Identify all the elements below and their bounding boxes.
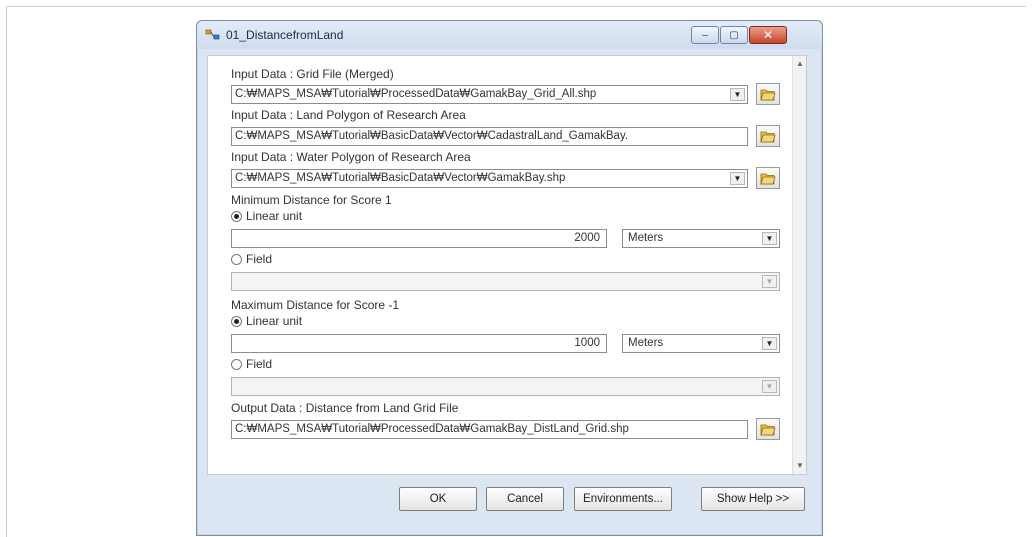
max-unit-select[interactable]: Meters ▼ xyxy=(622,334,780,353)
water-polygon-browse-button[interactable] xyxy=(756,167,780,189)
min-distance-label: Minimum Distance for Score 1 xyxy=(231,193,392,207)
min-linear-unit-radio[interactable]: Linear unit xyxy=(231,209,302,223)
radio-selected-icon xyxy=(231,210,242,222)
cancel-button[interactable]: Cancel xyxy=(486,487,564,511)
max-distance-label: Maximum Distance for Score -1 xyxy=(231,298,400,312)
open-folder-icon xyxy=(760,173,776,185)
input-grid-field[interactable]: C:₩MAPS_MSA₩Tutorial₩ProcessedData₩Gamak… xyxy=(231,85,748,104)
radio-unselected-icon xyxy=(231,358,242,370)
max-unit-value: Meters xyxy=(628,337,664,349)
water-polygon-field[interactable]: C:₩MAPS_MSA₩Tutorial₩BasicData₩Vector₩Ga… xyxy=(231,169,748,188)
max-field-radio[interactable]: Field xyxy=(231,357,272,371)
open-folder-icon xyxy=(760,424,776,436)
vertical-scrollbar[interactable]: ▲ ▼ xyxy=(792,56,806,474)
close-button[interactable]: ✕ xyxy=(749,26,787,44)
input-grid-value: C:₩MAPS_MSA₩Tutorial₩ProcessedData₩Gamak… xyxy=(235,88,597,100)
min-linear-unit-label: Linear unit xyxy=(246,209,303,223)
scroll-down-icon[interactable]: ▼ xyxy=(793,459,806,473)
min-distance-input[interactable]: 2000 xyxy=(231,229,607,248)
min-unit-select[interactable]: Meters ▼ xyxy=(622,229,780,248)
input-grid-label: Input Data : Grid File (Merged) xyxy=(231,67,394,81)
environments-button[interactable]: Environments... xyxy=(574,487,672,511)
output-browse-button[interactable] xyxy=(756,418,780,440)
max-linear-unit-radio[interactable]: Linear unit xyxy=(231,314,302,328)
chevron-down-icon[interactable]: ▼ xyxy=(730,172,745,185)
input-grid-browse-button[interactable] xyxy=(756,83,780,105)
max-linear-unit-label: Linear unit xyxy=(246,314,303,328)
open-folder-icon xyxy=(760,131,776,143)
minimize-button[interactable]: ‒ xyxy=(691,26,719,44)
water-polygon-value: C:₩MAPS_MSA₩Tutorial₩BasicData₩Vector₩Ga… xyxy=(235,172,566,184)
scroll-up-icon[interactable]: ▲ xyxy=(793,57,806,71)
max-distance-input[interactable]: 1000 xyxy=(231,334,607,353)
output-field[interactable]: C:₩MAPS_MSA₩Tutorial₩ProcessedData₩Gamak… xyxy=(231,420,748,439)
max-field-label: Field xyxy=(246,357,273,371)
water-polygon-label: Input Data : Water Polygon of Research A… xyxy=(231,150,471,164)
land-polygon-value: C:₩MAPS_MSA₩Tutorial₩BasicData₩Vector₩Ca… xyxy=(235,130,629,142)
radio-unselected-icon xyxy=(231,253,242,265)
min-field-label: Field xyxy=(246,252,273,266)
ok-button[interactable]: OK xyxy=(399,487,477,511)
show-help-button[interactable]: Show Help >> xyxy=(701,487,805,511)
chevron-down-icon[interactable]: ▼ xyxy=(762,337,777,350)
min-field-select[interactable]: ▼ xyxy=(231,272,780,291)
min-field-radio[interactable]: Field xyxy=(231,252,272,266)
model-tool-icon xyxy=(205,28,221,42)
chevron-down-icon[interactable]: ▼ xyxy=(762,232,777,245)
open-folder-icon xyxy=(760,89,776,101)
land-polygon-browse-button[interactable] xyxy=(756,125,780,147)
tool-dialog-window: 01_DistancefromLand ‒ ▢ ✕ Input Data : G… xyxy=(196,20,823,536)
chevron-down-icon[interactable]: ▼ xyxy=(762,275,777,288)
window-title: 01_DistancefromLand xyxy=(226,28,344,42)
output-label: Output Data : Distance from Land Grid Fi… xyxy=(231,401,459,415)
maximize-button[interactable]: ▢ xyxy=(720,26,748,44)
chevron-down-icon[interactable]: ▼ xyxy=(730,88,745,101)
chevron-down-icon[interactable]: ▼ xyxy=(762,380,777,393)
parameters-panel: Input Data : Grid File (Merged) C:₩MAPS_… xyxy=(207,55,807,475)
title-bar[interactable]: 01_DistancefromLand ‒ ▢ ✕ xyxy=(197,21,822,49)
output-value: C:₩MAPS_MSA₩Tutorial₩ProcessedData₩Gamak… xyxy=(235,423,629,435)
land-polygon-label: Input Data : Land Polygon of Research Ar… xyxy=(231,108,466,122)
land-polygon-field[interactable]: C:₩MAPS_MSA₩Tutorial₩BasicData₩Vector₩Ca… xyxy=(231,127,748,146)
radio-selected-icon xyxy=(231,315,242,327)
max-field-select[interactable]: ▼ xyxy=(231,377,780,396)
min-unit-value: Meters xyxy=(628,232,664,244)
